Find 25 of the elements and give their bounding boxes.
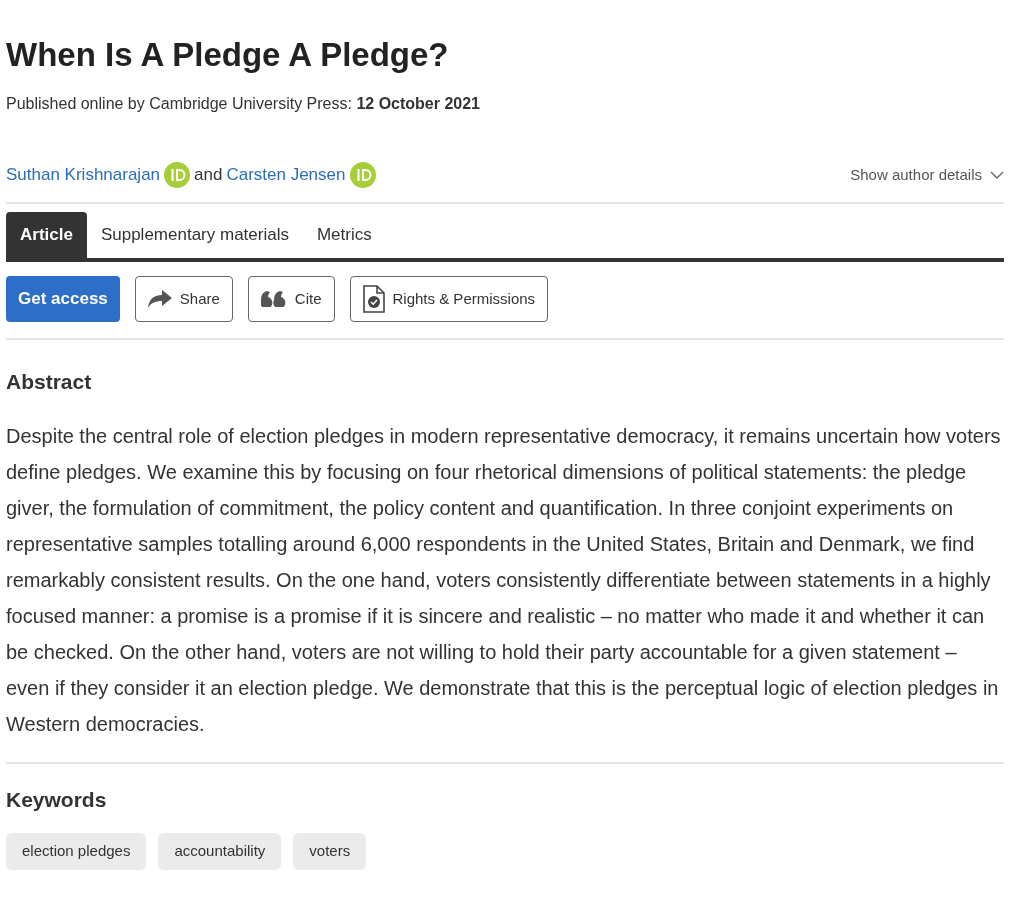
article-title: When Is A Pledge A Pledge? (6, 35, 449, 75)
get-access-button[interactable]: Get access (6, 276, 120, 322)
author-link[interactable]: Suthan Krishnarajan (6, 162, 161, 188)
keyword-tag[interactable]: voters (293, 833, 367, 870)
tab[interactable]: Metrics (302, 212, 386, 258)
orcid-icon[interactable] (349, 162, 376, 188)
chevron-down-icon (990, 171, 1004, 179)
author-separator: and (194, 164, 223, 187)
tab[interactable]: Supplementary materials (86, 212, 303, 258)
keyword-tag[interactable]: election pledges (6, 833, 147, 870)
tab[interactable]: Article (6, 212, 87, 258)
action-button[interactable]: Cite (247, 276, 335, 322)
publication-date: Published online by Cambridge University Press: 12 October 2021 (6, 95, 480, 112)
keyword-tag[interactable]: accountability (158, 833, 282, 870)
abstract-heading: Abstract (6, 369, 92, 395)
share-arrow-icon (147, 290, 172, 308)
action-button[interactable]: Share (134, 276, 233, 322)
author-link[interactable]: Carsten Jensen (226, 162, 346, 188)
show-author-details-button[interactable]: Show author details (850, 163, 1004, 187)
document-check-icon (362, 285, 385, 313)
quote-icon (260, 291, 287, 307)
action-button[interactable]: Rights & Permissions (349, 276, 549, 322)
keywords-heading: Keywords (6, 786, 107, 813)
orcid-icon[interactable] (164, 162, 191, 188)
abstract-text: Despite the central role of election pledges in modern representative democracy, it remains uncertain how voters define pledges. We examine this by focusing on four rhetorical dimensions of political statements: the pledge giver, the formulation of commitment, the policy content and quantification. In three conjoint experiments on representative samples totalling around 6,000 respondents in the United States, Britain and Denmark, we find remarkably consistent results. On the one hand, voters consistently differentiate between statements in a highly focused manner: a promise is a promise if it is sincere and realistic – no matter who made it and whether it can be checked. On the other hand, voters are not willing to hold their party accountable for a given statement – even if they consider it an election pledge. We demonstrate that this is the perceptual logic of election pledges in Western democracies. (6, 423, 1002, 737)
